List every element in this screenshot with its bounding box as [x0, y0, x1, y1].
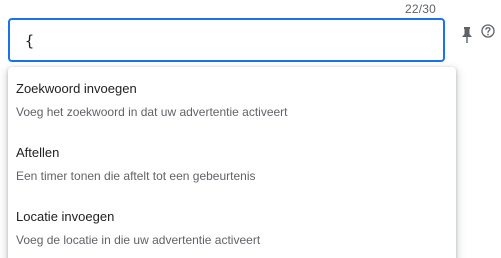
- option-description: Voeg de locatie in die uw advertentie ac…: [16, 233, 261, 247]
- option-description: Voeg het zoekwoord in dat uw advertentie…: [16, 105, 288, 119]
- suggestion-dropdown: Zoekwoord invoegen Voeg het zoekwoord in…: [8, 67, 456, 258]
- help-circle-icon[interactable]: [481, 24, 495, 38]
- option-title: Locatie invoegen: [16, 209, 115, 224]
- option-insert-keyword[interactable]: Zoekwoord invoegen Voeg het zoekwoord in…: [8, 67, 456, 131]
- input-value: {: [25, 32, 35, 50]
- option-countdown[interactable]: Aftellen Een timer tonen die aftelt tot …: [8, 131, 456, 195]
- option-title: Aftellen: [16, 145, 60, 160]
- text-input[interactable]: {: [8, 18, 445, 62]
- option-title: Zoekwoord invoegen: [16, 81, 137, 96]
- character-counter: 22/30: [404, 2, 436, 16]
- ad-text-editor: 22/30 { Zoekwoord invoegen Voeg het zoek…: [0, 0, 501, 258]
- pin-icon[interactable]: [461, 27, 473, 43]
- option-insert-location[interactable]: Locatie invoegen Voeg de locatie in die …: [8, 195, 456, 258]
- option-description: Een timer tonen die aftelt tot een gebeu…: [16, 169, 256, 183]
